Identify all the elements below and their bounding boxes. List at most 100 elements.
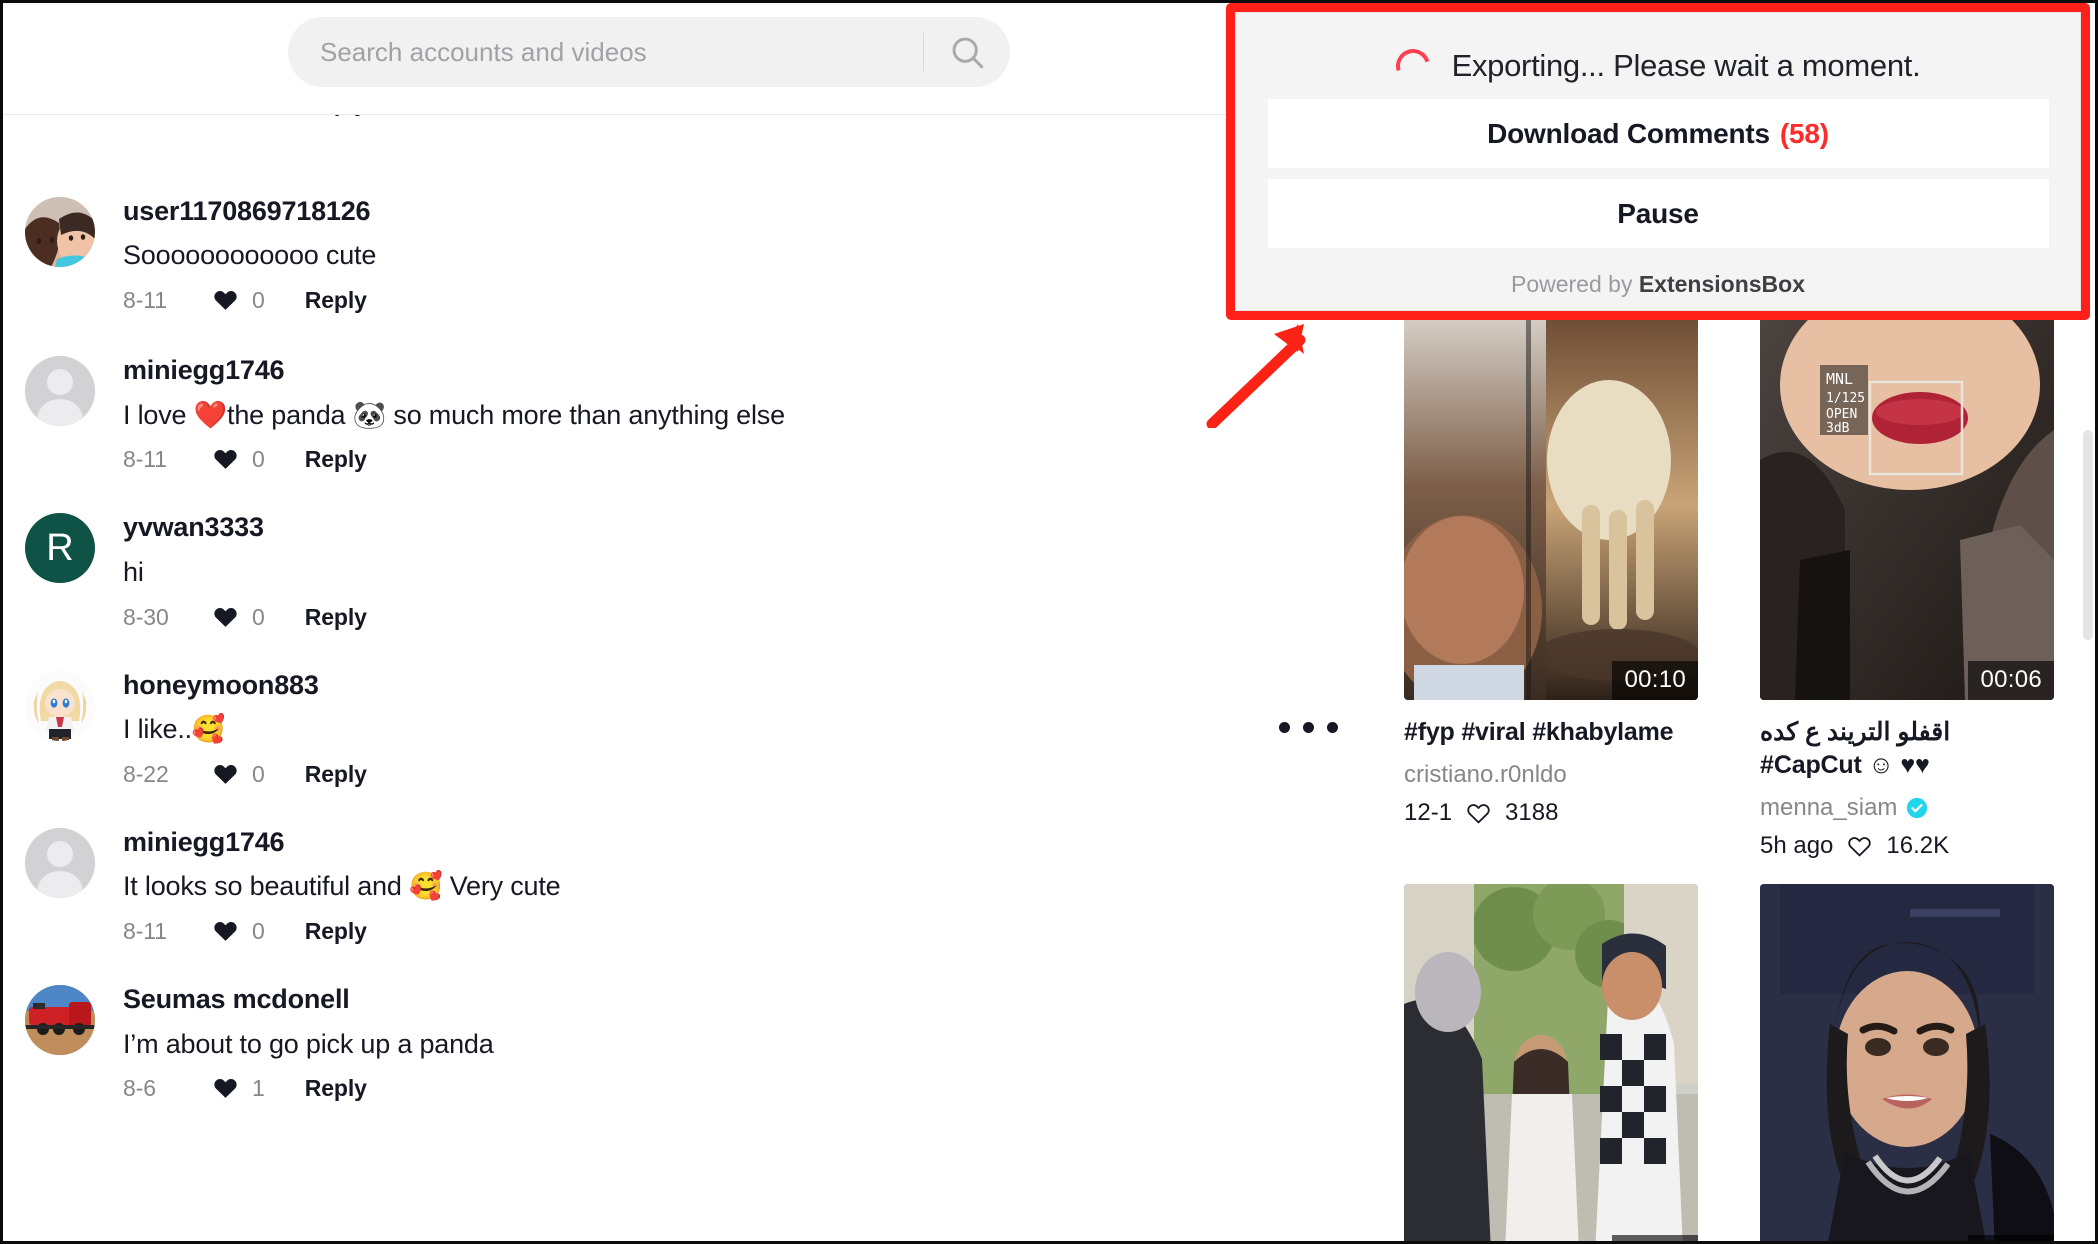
comment-username[interactable]: honeymoon883 xyxy=(123,667,367,703)
comment-reply-button[interactable]: Reply xyxy=(305,115,367,117)
comment-text: It looks so beautiful and 🥰 Very cute xyxy=(123,871,561,902)
avatar-initial: R xyxy=(46,526,74,569)
heart-filled-icon xyxy=(214,922,237,942)
comment-like[interactable]: 0 xyxy=(213,115,265,117)
comment-meta-partial: 8-12 0 Reply xyxy=(123,115,367,117)
comment-like[interactable]: 0 xyxy=(213,604,265,631)
video-card[interactable]: 00:08 xyxy=(1760,884,2054,1244)
comment-body: yvwan3333 hi 8-30 0 Reply xyxy=(123,507,367,630)
comment-meta: 8-6 1 Reply xyxy=(123,1075,494,1102)
comment-reply-button[interactable]: Reply xyxy=(305,287,367,314)
comment-like[interactable]: 0 xyxy=(213,446,265,473)
comment-reply-button[interactable]: Reply xyxy=(305,1075,367,1102)
comment-username[interactable]: yvwan3333 xyxy=(123,509,367,545)
comment-item: R yvwan3333 hi 8-30 0 Reply xyxy=(0,507,1362,630)
comment-text: I’m about to go pick up a panda xyxy=(123,1028,494,1059)
comment-reply-button[interactable]: Reply xyxy=(305,446,367,473)
video-grid: 00:10 #fyp #viral #khabylame cristiano.r… xyxy=(1404,310,2054,1244)
export-footer: Powered by ExtensionsBox xyxy=(1511,271,1805,298)
heart-outline-icon xyxy=(1848,836,1872,857)
comment-date: 8-6 xyxy=(123,1075,156,1102)
site-header xyxy=(0,0,1362,115)
comment-text: I like..🥰 xyxy=(123,714,226,745)
avatar[interactable] xyxy=(25,985,95,1056)
comment-body: Seumas mcdonell I’m about to go pick up … xyxy=(123,979,494,1102)
comment-list: 8-12 0 Reply xyxy=(0,115,1362,1244)
video-card[interactable]: 01:48 xyxy=(1404,884,1698,1244)
comment-item: Seumas mcdonell I’m about to go pick up … xyxy=(0,979,1362,1102)
avatar[interactable] xyxy=(25,827,95,898)
avatar-placeholder-icon xyxy=(25,356,95,427)
avatar[interactable] xyxy=(25,670,95,741)
thumbnail-art-man-dessert xyxy=(1404,310,1698,700)
video-date: 12-1 xyxy=(1404,799,1453,826)
comment-body: user1170869718126 Soooooooooooo cute 8-1… xyxy=(123,191,376,314)
ellipsis-icon[interactable] xyxy=(1279,722,1338,733)
video-duration: 00:06 xyxy=(1968,661,2054,700)
avatar[interactable] xyxy=(25,356,95,427)
svg-text:OPEN: OPEN xyxy=(1826,407,1857,422)
video-thumbnail[interactable]: 00:10 xyxy=(1404,310,1698,700)
video-title: #fyp #viral #khabylame xyxy=(1404,718,1674,746)
comment-like[interactable]: 0 xyxy=(213,918,265,945)
thumbnail-art-woman-lips: MNL 1/125 OPEN 3dB xyxy=(1760,310,2054,700)
comment-like-count: 0 xyxy=(252,446,265,473)
comment-username[interactable]: Seumas mcdonell xyxy=(123,981,494,1017)
search-button[interactable] xyxy=(924,17,1010,87)
video-card[interactable]: 00:10 #fyp #viral #khabylame cristiano.r… xyxy=(1404,310,1698,860)
comment-like[interactable]: 0 xyxy=(213,761,265,788)
comment-date: 8-11 xyxy=(123,287,167,314)
page-scrollbar-thumb[interactable] xyxy=(2083,430,2093,640)
video-thumbnail[interactable]: MNL 1/125 OPEN 3dB 00:06 xyxy=(1760,310,2054,700)
comment-body: honeymoon883 I like..🥰 8-22 0 Reply xyxy=(123,665,367,788)
tiktok-page-screenshot: 00:10 #fyp #viral #khabylame cristiano.r… xyxy=(0,0,2098,1244)
ellipsis-dot xyxy=(1327,722,1338,733)
video-author-name: cristiano.r0nldo xyxy=(1404,761,1567,788)
avatar-photo-anime-girl xyxy=(25,670,95,741)
comment-meta: 8-11 0 Reply xyxy=(123,918,560,945)
video-author-name: menna_siam xyxy=(1760,794,1898,821)
svg-text:1/125: 1/125 xyxy=(1826,391,1865,406)
ellipsis-dot xyxy=(1303,722,1314,733)
search-input[interactable] xyxy=(288,36,923,68)
comment-text: Soooooooooooo cute xyxy=(123,240,377,271)
comment-reply-button[interactable]: Reply xyxy=(305,918,367,945)
comment-reply-button[interactable]: Reply xyxy=(305,761,367,788)
avatar[interactable] xyxy=(25,197,95,267)
comment-username[interactable]: miniegg1746 xyxy=(123,352,785,388)
video-author[interactable]: cristiano.r0nldo xyxy=(1404,761,1698,789)
comment-reply-button[interactable]: Reply xyxy=(305,604,367,631)
avatar[interactable]: R xyxy=(25,513,95,584)
download-comments-button[interactable]: Download Comments (58) xyxy=(1267,99,2049,168)
avatar-photo-mother-child xyxy=(25,197,95,267)
comment-like[interactable]: 0 xyxy=(213,287,265,314)
comment-like[interactable]: 1 xyxy=(213,1075,265,1102)
comment-item: miniegg1746 I love ❤️the panda 🐼 so much… xyxy=(0,350,1362,473)
comment-date: 8-30 xyxy=(123,603,169,630)
verified-badge-icon xyxy=(1907,797,1928,819)
search-bar[interactable] xyxy=(288,17,1010,87)
export-footer-prefix: Powered by xyxy=(1510,271,1639,297)
thumbnail-art-street-people xyxy=(1404,884,1698,1244)
video-like-count: 3188 xyxy=(1505,799,1559,826)
comment-username[interactable]: miniegg1746 xyxy=(123,824,560,860)
comment-like-count: 0 xyxy=(252,287,265,314)
ellipsis-dot xyxy=(1279,722,1290,733)
heart-filled-icon xyxy=(214,291,237,311)
comment-like-count: 1 xyxy=(252,1075,265,1102)
video-author[interactable]: menna_siam xyxy=(1760,794,2054,822)
comment-meta: 8-22 0 Reply xyxy=(123,761,367,788)
download-comments-count: (58) xyxy=(1779,117,1829,149)
video-date: 5h ago xyxy=(1760,832,1834,859)
search-icon xyxy=(952,37,983,68)
comment-date: 8-11 xyxy=(123,446,167,473)
video-card[interactable]: MNL 1/125 OPEN 3dB 00:06 اقفلو التريند ع… xyxy=(1760,310,2054,860)
video-thumbnail[interactable]: 00:08 xyxy=(1760,884,2054,1244)
video-thumbnail[interactable]: 01:48 xyxy=(1404,884,1698,1244)
pause-button[interactable]: Pause xyxy=(1267,179,2049,248)
video-duration: 01:48 xyxy=(1612,1235,1698,1244)
video-stats: 5h ago 16.2K xyxy=(1760,832,2054,860)
comment-username[interactable]: user1170869718126 xyxy=(123,193,376,229)
export-status-text: Exporting... Please wait a moment. xyxy=(1451,48,1921,83)
heart-filled-icon xyxy=(214,450,237,470)
